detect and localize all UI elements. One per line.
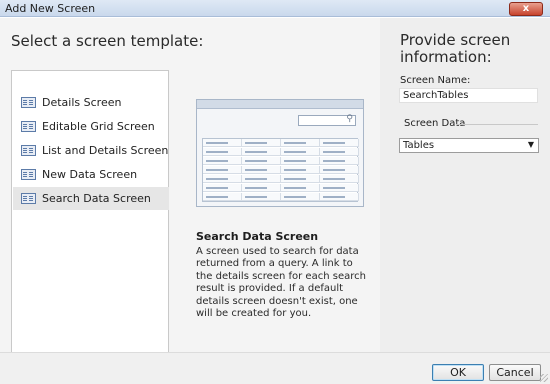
preview-grid-cell [242, 157, 281, 165]
ok-button[interactable]: OK [432, 364, 484, 381]
preview-grid-cell [203, 193, 242, 201]
screen-data-dropdown[interactable]: Tables ▼ [399, 138, 539, 153]
search-icon: ⚲ [346, 114, 353, 124]
cancel-button[interactable]: Cancel [489, 364, 541, 381]
preview-grid-cell [242, 148, 281, 156]
preview-grid-cell [242, 184, 281, 192]
resize-grip[interactable] [540, 374, 548, 382]
screen-name-label: Screen Name: [400, 75, 471, 86]
description-text: A screen used to search for data returne… [196, 246, 366, 320]
preview-grid [202, 138, 359, 202]
preview-grid-cell [281, 139, 320, 147]
dialog-footer: OK Cancel [0, 352, 550, 384]
template-item-new-data[interactable]: New Data Screen [13, 163, 169, 186]
template-label: New Data Screen [42, 168, 138, 181]
template-item-details[interactable]: Details Screen [13, 91, 169, 114]
screen-data-value: Tables [403, 140, 435, 151]
info-heading: Provide screen information: [400, 31, 511, 66]
new-data-icon [21, 169, 36, 180]
close-button[interactable]: x [509, 2, 543, 16]
grid-screen-icon [21, 121, 36, 132]
template-label: Search Data Screen [42, 192, 151, 205]
preview-search-box: ⚲ [298, 114, 356, 126]
template-label: List and Details Screen [42, 144, 169, 157]
details-screen-icon [21, 97, 36, 108]
chevron-down-icon: ▼ [527, 140, 534, 149]
preview-grid-cell [281, 148, 320, 156]
search-data-icon [21, 193, 36, 204]
preview-grid-cell [320, 139, 359, 147]
screen-info-pane: Provide screen information: Screen Name:… [380, 18, 550, 352]
preview-grid-cell [242, 175, 281, 183]
template-heading: Select a screen template: [11, 32, 204, 50]
screen-name-input[interactable]: SearchTables [399, 88, 538, 103]
preview-grid-cell [281, 157, 320, 165]
window-title: Add New Screen [5, 2, 96, 15]
template-item-search-data[interactable]: Search Data Screen [13, 187, 169, 210]
template-preview: ⚲ [196, 99, 364, 207]
preview-grid-cell [320, 157, 359, 165]
preview-grid-cell [281, 175, 320, 183]
preview-grid-cell [203, 148, 242, 156]
preview-grid-cell [203, 184, 242, 192]
preview-grid-cell [203, 157, 242, 165]
preview-title-bar [197, 100, 363, 109]
title-bar: Add New Screen x [0, 0, 550, 17]
preview-grid-cell [203, 139, 242, 147]
preview-grid-cell [242, 139, 281, 147]
preview-grid-cell [242, 193, 281, 201]
preview-grid-cell [281, 193, 320, 201]
preview-grid-cell [242, 166, 281, 174]
divider [456, 124, 538, 125]
preview-grid-cell [281, 184, 320, 192]
description-title: Search Data Screen [196, 230, 319, 243]
template-item-editable-grid[interactable]: Editable Grid Screen [13, 115, 169, 138]
preview-grid-cell [320, 166, 359, 174]
template-label: Details Screen [42, 96, 122, 109]
preview-grid-cell [320, 148, 359, 156]
template-label: Editable Grid Screen [42, 120, 155, 133]
template-item-list-details[interactable]: List and Details Screen [13, 139, 169, 162]
list-details-icon [21, 145, 36, 156]
preview-grid-cell [281, 166, 320, 174]
preview-grid-cell [320, 193, 359, 201]
template-pane: Select a screen template: Details Screen… [0, 18, 380, 364]
template-list[interactable]: Details Screen Editable Grid Screen List… [11, 70, 169, 364]
preview-grid-cell [320, 184, 359, 192]
preview-grid-cell [203, 175, 242, 183]
preview-grid-cell [320, 175, 359, 183]
preview-grid-cell [203, 166, 242, 174]
